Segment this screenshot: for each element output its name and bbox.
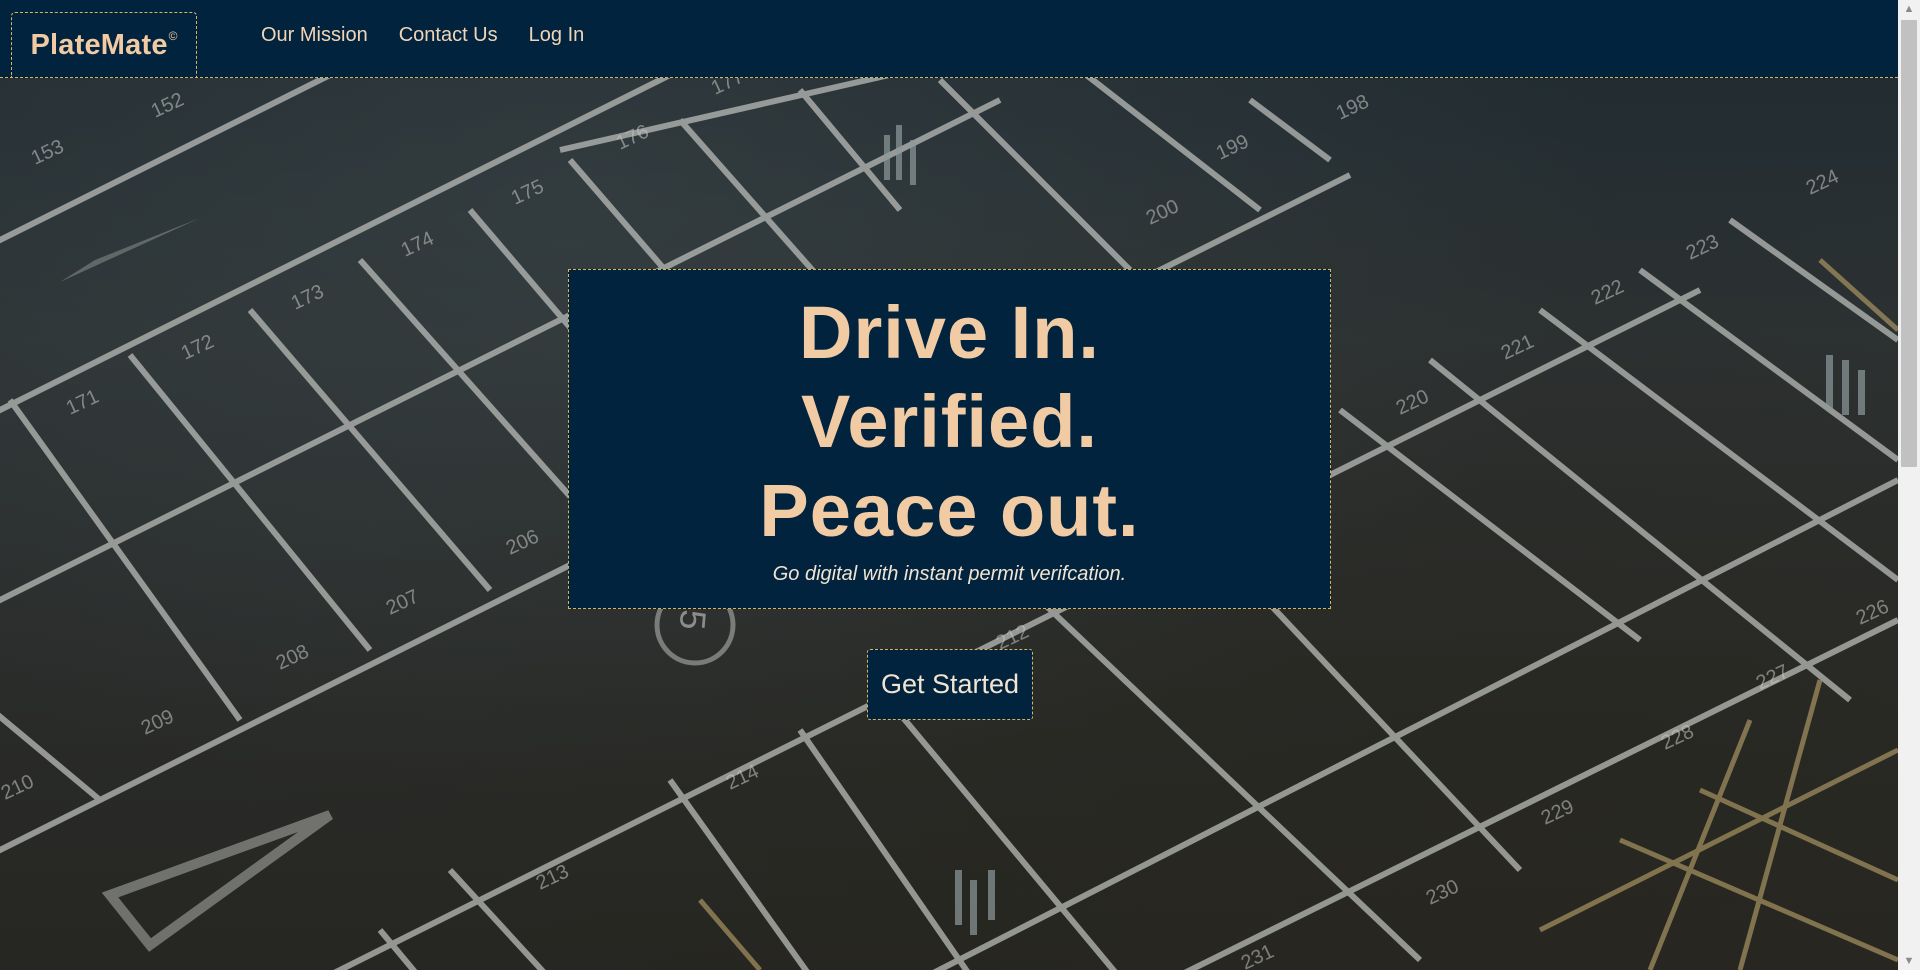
headline-line-1: Drive In. xyxy=(799,291,1100,374)
nav-link-log-in[interactable]: Log In xyxy=(529,24,585,47)
svg-text:153: 153 xyxy=(28,135,68,169)
hero-tagline: Go digital with instant permit verifcati… xyxy=(772,563,1127,585)
svg-text:199: 199 xyxy=(1213,130,1253,164)
hero-card: Drive In. Verified. Peace out. Go digita… xyxy=(568,269,1331,609)
headline-line-3: Peace out. xyxy=(759,469,1140,552)
copyright-mark: © xyxy=(168,29,178,43)
svg-text:220: 220 xyxy=(1393,385,1433,419)
svg-text:214: 214 xyxy=(723,760,763,794)
svg-text:227: 227 xyxy=(1753,660,1793,694)
svg-text:222: 222 xyxy=(1588,275,1628,309)
svg-text:152: 152 xyxy=(148,88,188,122)
svg-text:206: 206 xyxy=(503,525,543,559)
headline-line-2: Verified. xyxy=(801,380,1098,463)
nav-link-our-mission[interactable]: Our Mission xyxy=(261,24,368,47)
svg-text:173: 173 xyxy=(288,280,328,314)
page-scrollbar[interactable]: ▲ ▼ xyxy=(1898,0,1920,970)
svg-text:176: 176 xyxy=(613,120,653,154)
svg-text:228: 228 xyxy=(1658,720,1698,754)
brand-logo-link[interactable]: PlateMate © xyxy=(11,12,197,77)
brand-name: PlateMate xyxy=(30,28,168,61)
svg-text:221: 221 xyxy=(1498,330,1538,364)
svg-text:229: 229 xyxy=(1538,795,1578,829)
scroll-up-arrow-icon[interactable]: ▲ xyxy=(1898,0,1920,18)
scrollbar-thumb[interactable] xyxy=(1901,20,1917,467)
svg-text:175: 175 xyxy=(508,175,548,209)
svg-text:200: 200 xyxy=(1143,195,1183,229)
svg-text:223: 223 xyxy=(1683,230,1723,264)
nav-links: Our Mission Contact Us Log In xyxy=(261,24,615,47)
nav-link-contact-us[interactable]: Contact Us xyxy=(399,24,498,47)
svg-text:171: 171 xyxy=(63,385,103,419)
svg-text:213: 213 xyxy=(533,860,573,894)
svg-text:210: 210 xyxy=(0,770,37,804)
svg-text:198: 198 xyxy=(1333,90,1373,124)
svg-text:174: 174 xyxy=(398,227,438,261)
headline: Drive In. Verified. Peace out. xyxy=(569,270,1330,555)
svg-text:230: 230 xyxy=(1423,875,1463,909)
svg-text:209: 209 xyxy=(138,705,178,739)
svg-text:172: 172 xyxy=(178,330,218,364)
top-navbar: PlateMate © Our Mission Contact Us Log In xyxy=(0,0,1898,78)
get-started-button[interactable]: Get Started xyxy=(867,649,1033,720)
scroll-down-arrow-icon[interactable]: ▼ xyxy=(1898,952,1920,970)
svg-text:224: 224 xyxy=(1803,165,1843,199)
svg-text:207: 207 xyxy=(383,585,423,619)
svg-text:5: 5 xyxy=(672,608,715,632)
svg-text:208: 208 xyxy=(273,640,313,674)
